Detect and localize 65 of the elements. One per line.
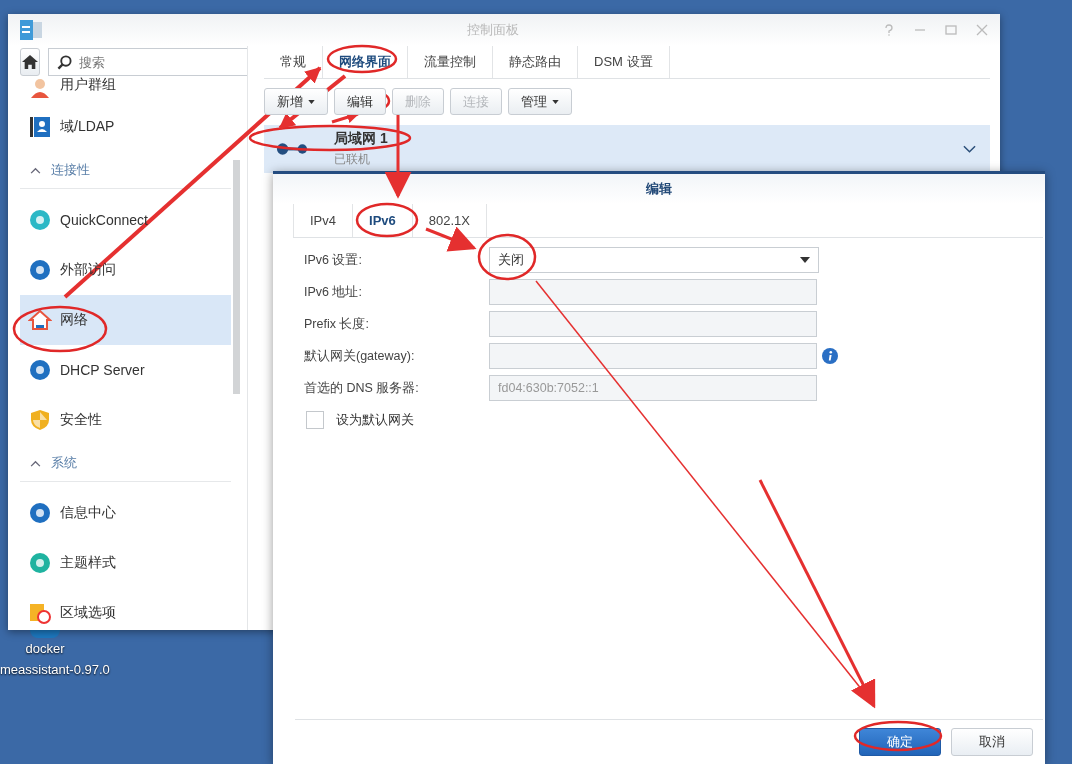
interface-status: 已联机 xyxy=(334,151,371,168)
app-icon xyxy=(28,308,52,332)
annotation-arrow xyxy=(425,226,477,252)
maximize-icon[interactable] xyxy=(945,24,957,36)
annotation-ellipse xyxy=(477,233,537,281)
interface-name: 局域网 1 xyxy=(334,130,388,148)
sidebar-item[interactable]: QuickConnect xyxy=(20,195,231,245)
app-icon xyxy=(28,501,52,525)
annotation-ellipse xyxy=(326,44,398,74)
sidebar-item[interactable]: 主题样式 xyxy=(20,538,231,588)
field-label: Prefix 长度: xyxy=(304,315,370,333)
app-icon xyxy=(28,76,52,100)
help-icon[interactable] xyxy=(883,24,895,36)
cancel-button[interactable]: 取消 xyxy=(951,728,1033,756)
search-icon xyxy=(57,55,72,70)
tab[interactable]: 802.1X xyxy=(412,204,487,237)
tab[interactable]: 网络界面 xyxy=(323,46,408,78)
chevron-down-icon[interactable] xyxy=(963,145,976,153)
toolbar-button[interactable]: 新增 xyxy=(264,88,328,115)
section-heading: 连接性 xyxy=(51,161,90,179)
window-title: 控制面板 xyxy=(466,21,519,39)
field-label: IPv6 设置: xyxy=(304,251,363,269)
checkbox-label: 设为默认网关 xyxy=(336,411,414,429)
desktop-icon-label[interactable]: meassistant-0.97.0 xyxy=(0,662,110,677)
sidebar-item[interactable]: DHCP Server xyxy=(20,345,231,395)
field-label: IPv6 地址: xyxy=(304,283,363,301)
field-label: 首选的 DNS 服务器: xyxy=(304,379,420,397)
toolbar-button[interactable]: 管理 xyxy=(508,88,572,115)
chevron-up-icon[interactable] xyxy=(30,459,41,467)
tab[interactable]: IPv6 xyxy=(353,204,413,237)
app-icon xyxy=(28,551,52,575)
interface-row[interactable]: 局域网 1 已联机 xyxy=(264,125,990,173)
tab[interactable]: IPv4 xyxy=(293,204,353,237)
section-heading: 系统 xyxy=(51,454,77,472)
scrollbar[interactable] xyxy=(233,160,240,394)
control-panel-icon xyxy=(20,20,42,40)
app-icon xyxy=(28,115,52,139)
sidebar-item[interactable]: 网络 xyxy=(20,295,231,345)
annotation-ellipse xyxy=(355,202,419,238)
desktop-icon-label[interactable]: docker xyxy=(25,641,65,656)
dialog-title: 编辑 xyxy=(646,180,672,198)
dropdown[interactable]: 关闭 xyxy=(489,247,819,273)
sidebar-item[interactable]: 用户群组 xyxy=(20,76,231,102)
sidebar-item[interactable]: 信息中心 xyxy=(20,488,231,538)
tab[interactable]: DSM 设置 xyxy=(578,46,670,78)
connection-icon xyxy=(276,142,308,156)
app-icon xyxy=(28,258,52,282)
tab[interactable]: 流量控制 xyxy=(408,46,493,78)
caret-icon xyxy=(800,257,810,263)
app-icon xyxy=(28,408,52,432)
home-icon xyxy=(21,54,39,70)
app-icon xyxy=(28,358,52,382)
field-label: 默认网关(gateway): xyxy=(304,347,416,365)
app-icon xyxy=(28,601,52,625)
sidebar-item[interactable]: 安全性 xyxy=(20,395,231,445)
checkbox[interactable] xyxy=(306,411,324,429)
chevron-up-icon[interactable] xyxy=(30,166,41,174)
search-field[interactable]: 搜索 xyxy=(48,48,247,76)
home-button[interactable] xyxy=(20,48,40,76)
sidebar-item[interactable]: 域/LDAP xyxy=(20,102,231,152)
close-icon[interactable] xyxy=(976,24,988,36)
app-icon xyxy=(28,208,52,232)
tab[interactable]: 静态路由 xyxy=(493,46,578,78)
sidebar-item[interactable]: 区域选项 xyxy=(20,588,231,630)
tab[interactable]: 常规 xyxy=(264,46,323,78)
